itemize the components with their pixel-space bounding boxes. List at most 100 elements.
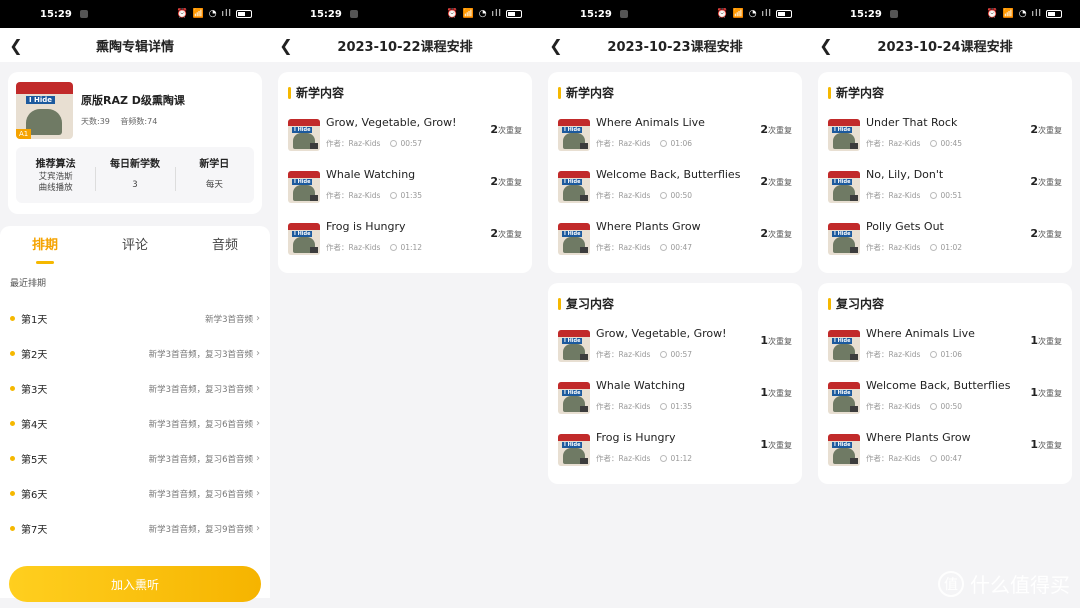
repeat-count: 2次重复 [490, 175, 522, 188]
audio-list-item[interactable]: I Hide Where Animals Live 作者：Raz-Kids 01:06… [828, 320, 1062, 372]
section-title: 复习内容 [836, 297, 885, 311]
tabs-card: 排期 评论 音频 最近排期 第1天 新学3首音频 › 第2天 新学3首音频，复习3首音… [0, 226, 270, 598]
schedule-day-row[interactable]: 第1天 新学3首音频 › [0, 301, 270, 336]
audio-list-item[interactable]: I Hide Frog is Hungry 作者：Raz-Kids 01:12 2次重复 [288, 213, 522, 265]
section-title: 新学内容 [566, 86, 615, 100]
author-prefix: 作者： [866, 401, 889, 411]
tab-schedule[interactable]: 排期 [0, 226, 90, 266]
audio-thumbnail: I Hide [828, 330, 860, 362]
audio-author: 作者：Raz-Kids [866, 190, 920, 201]
repeat-count: 2次重复 [760, 123, 792, 136]
schedule-day-row[interactable]: 第6天 新学3首音频，复习6首音频 › [0, 476, 270, 511]
day-name: 第2天 [21, 350, 48, 361]
schedule-day-row[interactable]: 第4天 新学3首音频，复习6首音频 › [0, 406, 270, 441]
schedule-day-row[interactable]: 第5天 新学3首音频，复习6首音频 › [0, 441, 270, 476]
repeat-number: 2 [490, 175, 498, 188]
audio-list-item[interactable]: I Hide Where Animals Live 作者：Raz-Kids 01:06… [558, 109, 792, 161]
audio-list-item[interactable]: I Hide Polly Gets Out 作者：Raz-Kids 01:02 2次重复 [828, 213, 1062, 265]
repeat-suffix: 次重复 [768, 230, 792, 239]
schedule-list: 第1天 新学3首音频 › 第2天 新学3首音频，复习3首音频 › 第3天 新学3首音频，复… [0, 301, 270, 546]
audio-thumbnail: I Hide [828, 119, 860, 151]
repeat-number: 2 [490, 123, 498, 136]
author-prefix: 作者： [866, 242, 889, 252]
stat-algorithm: 推荐算法 艾宾浩斯 曲线播放 [16, 147, 95, 203]
notification-icon [349, 9, 358, 18]
audio-author: 作者：Raz-Kids [326, 242, 380, 253]
author-name: Raz-Kids [888, 349, 921, 359]
stat-value: 艾宾浩斯 曲线播放 [38, 172, 73, 193]
status-time: 15:29 [310, 8, 342, 20]
audio-list-item[interactable]: I Hide Whale Watching 作者：Raz-Kids 01:35 1次重复 [558, 372, 792, 424]
audio-thumbnail: I Hide [828, 171, 860, 203]
back-arrow-icon[interactable]: ❮ [276, 35, 296, 55]
nav-bar: ❮ 2023-10-23课程安排 [540, 28, 810, 62]
audio-duration: 00:51 [940, 190, 963, 200]
chevron-right-icon: › [256, 313, 260, 324]
audio-author: 作者：Raz-Kids [866, 401, 920, 412]
repeat-suffix: 次重复 [768, 337, 792, 346]
clock-icon [930, 139, 938, 147]
audio-list-item[interactable]: I Hide Welcome Back, Butterflies 作者：Raz-Ki… [558, 161, 792, 213]
audio-list-item[interactable]: I Hide Grow, Vegetable, Grow! 作者：Raz-Kids 0… [288, 109, 522, 161]
audio-thumbnail: I Hide [558, 330, 590, 362]
audio-author: 作者：Raz-Kids [866, 453, 920, 464]
audio-list-item[interactable]: I Hide Where Plants Grow 作者：Raz-Kids 00:47 2… [558, 213, 792, 265]
audio-author: 作者：Raz-Kids [596, 242, 650, 253]
repeat-count: 2次重复 [760, 175, 792, 188]
chevron-right-icon: › [256, 453, 260, 464]
back-arrow-icon[interactable]: ❮ [816, 35, 836, 55]
repeat-count: 1次重复 [1030, 438, 1062, 451]
audio-list-item[interactable]: I Hide Whale Watching 作者：Raz-Kids 01:35 2次重复 [288, 161, 522, 213]
audio-list-item[interactable]: I Hide Frog is Hungry 作者：Raz-Kids 01:12 1次重复 [558, 424, 792, 476]
audio-list-item[interactable]: I Hide Grow, Vegetable, Grow! 作者：Raz-Kids 0… [558, 320, 792, 372]
back-arrow-icon[interactable]: ❮ [6, 35, 26, 55]
clock-icon [660, 191, 668, 199]
stat-value: 3 [132, 180, 138, 190]
status-time: 15:29 [850, 8, 882, 20]
repeat-suffix: 次重复 [498, 230, 522, 239]
author-prefix: 作者： [866, 349, 889, 359]
chevron-right-icon: › [256, 488, 260, 499]
audio-author: 作者：Raz-Kids [596, 453, 650, 464]
audio-duration: 00:57 [670, 349, 693, 359]
schedule-day-row[interactable]: 第3天 新学3首音频，复习3首音频 › [0, 371, 270, 406]
audio-thumbnail: I Hide [558, 382, 590, 414]
author-prefix: 作者： [596, 401, 619, 411]
repeat-suffix: 次重复 [768, 178, 792, 187]
clock-icon [390, 243, 398, 251]
author-prefix: 作者： [596, 138, 619, 148]
audio-list-item[interactable]: I Hide Under That Rock 作者：Raz-Kids 00:45 2次重… [828, 109, 1062, 161]
audio-author: 作者：Raz-Kids [866, 138, 920, 149]
page-title: 熏陶专辑详情 [95, 39, 174, 55]
author-prefix: 作者： [326, 190, 349, 200]
tab-audio[interactable]: 音频 [180, 226, 270, 266]
repeat-suffix: 次重复 [1038, 178, 1062, 187]
schedule-screen-1024: 15:29 ⏰ 📶 ◔ ıll ❮ 2023-10-24课程安排 新学内容 I … [810, 0, 1080, 608]
author-prefix: 作者： [596, 349, 619, 359]
status-icons-text: ⏰ 📶 ◔ ıll [716, 9, 772, 19]
tab-comments[interactable]: 评论 [90, 226, 180, 266]
join-listen-button[interactable]: 加入熏听 [9, 566, 261, 602]
audio-list-item[interactable]: I Hide No, Lily, Don't 作者：Raz-Kids 00:51 2次重… [828, 161, 1062, 213]
repeat-number: 1 [760, 438, 768, 451]
album-stats-box: 推荐算法 艾宾浩斯 曲线播放 每日新学数 3 新学日 每天 [16, 147, 254, 203]
author-prefix: 作者： [866, 190, 889, 200]
repeat-number: 1 [1030, 386, 1038, 399]
schedule-day-row[interactable]: 第7天 新学3首音频，复习9首音频 › [0, 511, 270, 546]
repeat-number: 2 [760, 123, 768, 136]
audio-list-item[interactable]: I Hide Welcome Back, Butterflies 作者：Raz-Ki… [828, 372, 1062, 424]
repeat-count: 1次重复 [1030, 386, 1062, 399]
repeat-number: 1 [760, 334, 768, 347]
schedule-day-row[interactable]: 第2天 新学3首音频，复习3首音频 › [0, 336, 270, 371]
back-arrow-icon[interactable]: ❮ [546, 35, 566, 55]
audio-list-item[interactable]: I Hide Where Plants Grow 作者：Raz-Kids 00:47 1… [828, 424, 1062, 476]
clock-icon [390, 139, 398, 147]
repeat-number: 2 [760, 227, 768, 240]
album-cover[interactable]: I Hide A1 [16, 82, 73, 139]
audio-thumbnail: I Hide [558, 223, 590, 255]
timeline-dot [10, 421, 15, 426]
audio-thumbnail: I Hide [288, 119, 320, 151]
clock-icon [930, 350, 938, 358]
repeat-count: 1次重复 [760, 386, 792, 399]
author-name: Raz-Kids [348, 190, 381, 200]
